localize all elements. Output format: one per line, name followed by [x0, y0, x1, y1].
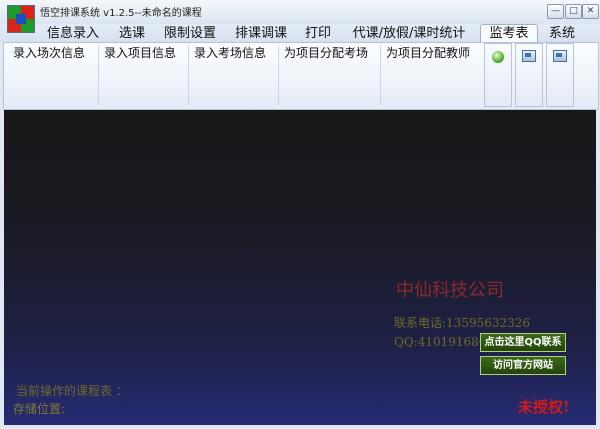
enter-session-button[interactable]: 录入场次信息: [8, 45, 99, 105]
title-bar: 悟空排课系统 v1.2.5--未命名的课程 — □ ✕: [0, 0, 600, 24]
ribbon-panel: 录入场次信息 录入项目信息 录入考场信息 为项目分配考场 为项目分配教师: [3, 42, 599, 110]
current-timetable-label: 当前操作的课程表 ：: [16, 384, 128, 398]
tab-scheduling[interactable]: 排课调课: [228, 25, 294, 42]
tab-bar: 信息录入 选课 限制设置 排课调课 打印 代课/放假/课时统计 监考表 系统: [0, 24, 600, 43]
main-area: 中仙科技公司 联系电话:13595632326 QQ:410191680 点击这…: [4, 110, 596, 425]
unauthorized-label: 未授权!: [518, 398, 570, 416]
refresh-button[interactable]: [484, 43, 512, 107]
enter-room-button[interactable]: 录入考场信息: [189, 45, 279, 105]
app-logo-icon: [7, 5, 35, 33]
tab-course-select[interactable]: 选课: [112, 25, 152, 42]
tab-substitute-stats[interactable]: 代课/放假/课时统计: [346, 25, 472, 42]
company-name: 中仙科技公司: [396, 280, 504, 301]
assign-room-button[interactable]: 为项目分配考场: [279, 45, 381, 105]
tab-print[interactable]: 打印: [298, 25, 338, 42]
enter-project-button[interactable]: 录入项目信息: [99, 45, 189, 105]
window-button-2[interactable]: [546, 43, 574, 107]
green-circle-icon: [492, 51, 504, 63]
contact-phone: 联系电话:13595632326: [394, 316, 531, 330]
tab-invigilation[interactable]: 监考表: [480, 24, 538, 43]
tab-system[interactable]: 系统: [540, 25, 584, 42]
maximize-button[interactable]: □: [565, 4, 582, 19]
tab-limits[interactable]: 限制设置: [158, 25, 222, 42]
window-icon: [522, 50, 536, 62]
minimize-button[interactable]: —: [547, 4, 564, 19]
storage-location-label: 存储位置:: [13, 402, 66, 416]
close-button[interactable]: ✕: [582, 4, 599, 19]
visit-website-button[interactable]: 访问官方网站: [480, 356, 566, 375]
window-button-1[interactable]: [515, 43, 543, 107]
contact-qq: QQ:410191680: [394, 335, 487, 349]
tab-info-entry[interactable]: 信息录入: [38, 25, 108, 42]
window-icon: [553, 50, 567, 62]
assign-teacher-button[interactable]: 为项目分配教师: [381, 45, 483, 105]
qq-contact-button[interactable]: 点击这里QQ联系: [480, 333, 566, 352]
window-title: 悟空排课系统 v1.2.5--未命名的课程: [40, 8, 202, 19]
